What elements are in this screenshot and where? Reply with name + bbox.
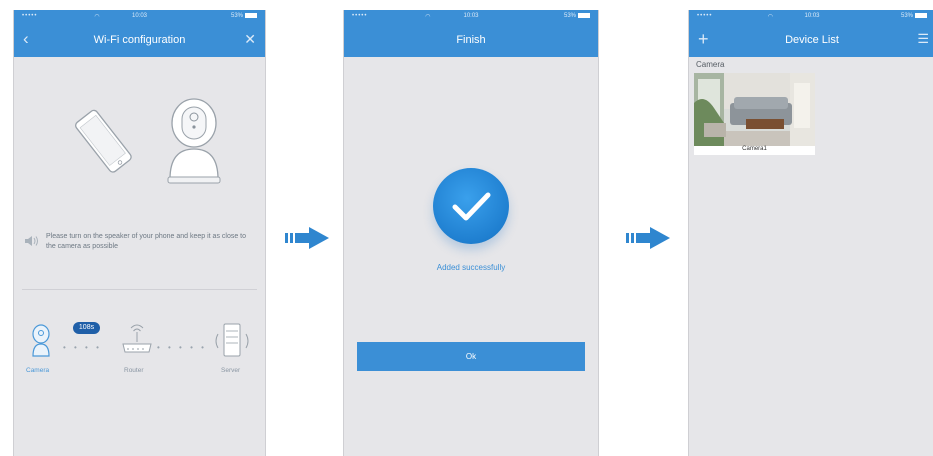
page-title: Device List [785,34,839,46]
menu-icon[interactable]: ☰ [917,30,929,48]
progress-dots: • • • • • [157,343,207,352]
divider [22,289,257,290]
camera-thumbnail-image[interactable] [694,73,815,146]
battery-icon [915,13,927,18]
battery-percent: 53% [230,13,243,20]
header-bar: ••••• ◠ 10:03 53% ‹ Wi-Fi configuration … [14,10,265,57]
section-label-camera: Camera [696,60,725,69]
battery-icon [245,13,257,18]
status-bar: ••••• ◠ 10:03 53% [344,13,598,23]
speaker-icon [25,236,38,246]
speaker-instruction-text: Please turn on the speaker of your phone… [46,233,247,250]
device-label-router: Router [124,367,144,374]
phone-screen-wifi-configuration: ••••• ◠ 10:03 53% ‹ Wi-Fi configuration … [13,10,266,456]
battery-status: 53% [901,13,927,19]
router-icon [122,324,152,353]
battery-icon [578,13,590,18]
battery-percent: 53% [563,13,576,20]
phone-illustration-icon [75,109,132,173]
close-icon[interactable]: ✕ [244,30,256,48]
battery-status: 53% [231,13,257,19]
page-title: Wi-Fi configuration [93,34,186,46]
server-icon [215,323,249,357]
status-time: 10:03 [131,13,147,19]
camera-name-label: Camera1 [742,146,767,152]
status-time: 10:03 [804,13,820,19]
battery-status: 53% [564,13,590,19]
status-time: 10:03 [463,13,479,19]
camera-illustration-icon [167,98,221,184]
success-checkmark-icon [433,168,509,244]
battery-percent: 53% [900,13,913,20]
phone-screen-finish: ••••• ◠ 10:03 53% Finish Added successfu… [343,10,599,456]
success-message: Added successfully [436,263,506,272]
ok-button[interactable]: Ok [357,342,585,371]
page-title: Finish [456,34,486,46]
status-bar: ••••• ◠ 10:03 53% [14,13,265,23]
step-arrow-icon [285,227,329,249]
header-bar: ••••• ◠ 10:03 53% Finish [344,10,598,57]
status-bar: ••••• ◠ 10:03 53% [689,13,933,23]
step-arrow-icon [626,227,670,249]
progress-dots: • • • • [63,343,102,352]
camera-device-icon [32,324,50,357]
device-label-camera: Camera [26,367,50,374]
countdown-timer-badge: 108s [73,322,100,334]
phone-screen-device-list: ••••• ◠ 10:03 53% + Device List ☰ Camera… [688,10,933,456]
device-label-server: Server [221,367,241,374]
header-bar: ••••• ◠ 10:03 53% + Device List ☰ [689,10,933,57]
camera-card[interactable]: Camera1 [694,73,815,155]
